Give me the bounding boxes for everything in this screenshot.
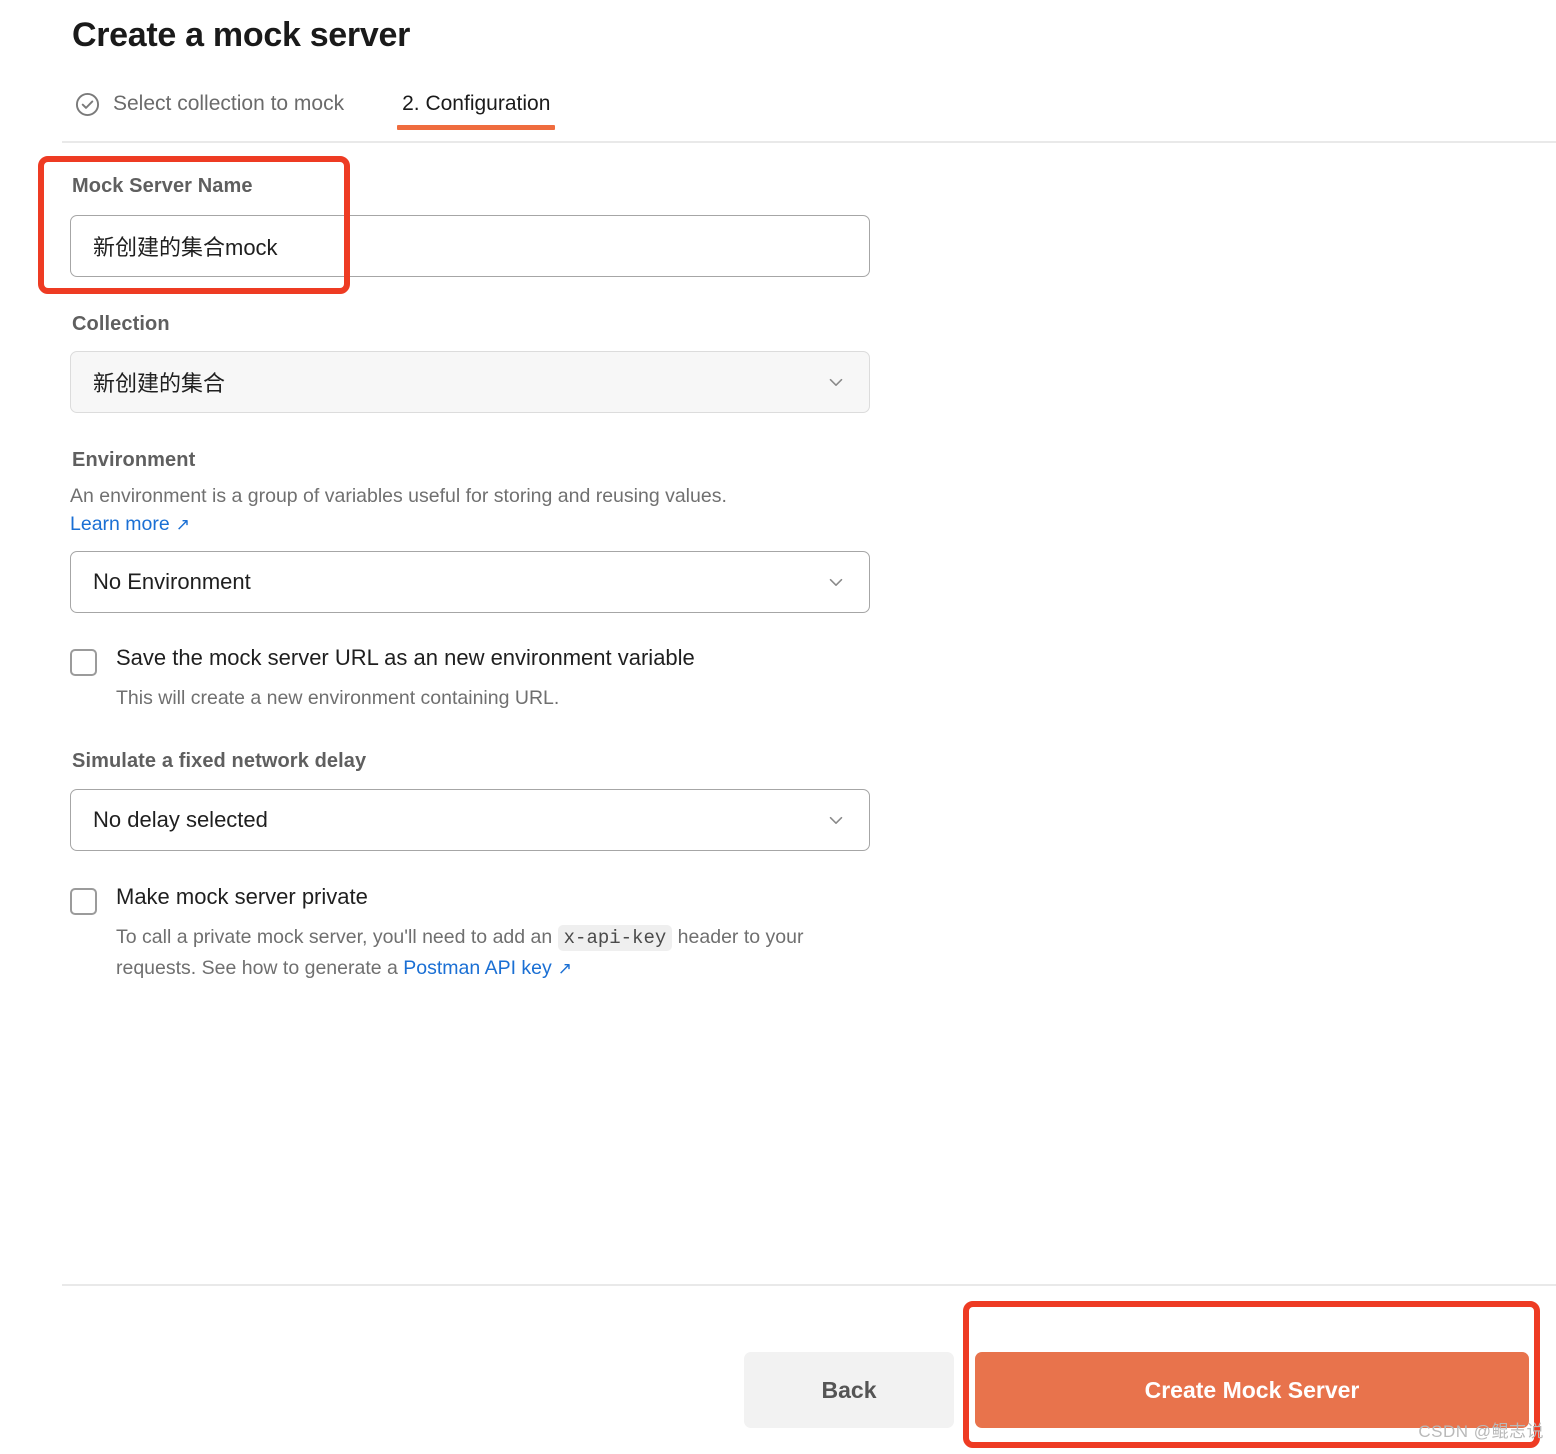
save-url-checkbox-row: Save the mock server URL as an new envir… <box>70 645 695 714</box>
learn-more-link[interactable]: Learn more ↗ <box>70 513 190 536</box>
environment-select[interactable]: No Environment <box>70 551 870 613</box>
chevron-down-icon <box>825 571 847 593</box>
x-api-key-code-chip: x-api-key <box>557 925 673 951</box>
private-server-checkbox[interactable] <box>70 888 97 915</box>
external-link-icon: ↗ <box>557 959 573 979</box>
private-server-checkbox-row: Make mock server private To call a priva… <box>70 884 876 985</box>
network-delay-value: No delay selected <box>93 807 268 832</box>
network-delay-label: Simulate a fixed network delay <box>72 750 367 772</box>
tab-select-collection-label: Select collection to mock <box>113 92 345 115</box>
collection-label: Collection <box>72 313 170 335</box>
header-divider <box>62 141 1556 143</box>
postman-api-key-label: Postman API key <box>403 957 552 980</box>
save-url-checkbox[interactable] <box>70 649 97 676</box>
collection-select[interactable]: 新创建的集合 <box>70 351 870 413</box>
environment-description: An environment is a group of variables u… <box>70 485 727 507</box>
mock-server-name-value: 新创建的集合mock <box>93 235 278 260</box>
private-server-checkbox-label: Make mock server private <box>116 884 368 909</box>
external-link-icon: ↗ <box>175 515 190 534</box>
collection-value: 新创建的集合 <box>93 371 226 396</box>
tab-configuration[interactable]: 2. Configuration <box>397 78 556 130</box>
mock-server-name-label: Mock Server Name <box>72 175 253 197</box>
page-title: Create a mock server <box>72 16 411 54</box>
mock-server-name-input[interactable]: 新创建的集合mock <box>70 215 870 277</box>
private-sub-prefix: To call a private mock server, you'll ne… <box>116 926 558 948</box>
postman-api-key-link[interactable]: Postman API key ↗ <box>403 957 572 979</box>
footer-divider <box>62 1284 1556 1286</box>
environment-label: Environment <box>72 449 196 471</box>
learn-more-label: Learn more <box>70 513 170 535</box>
private-server-checkbox-sublabel: To call a private mock server, you'll ne… <box>116 922 876 985</box>
back-button[interactable]: Back <box>744 1352 954 1428</box>
network-delay-select[interactable]: No delay selected <box>70 789 870 851</box>
chevron-down-icon <box>825 371 847 393</box>
tab-active-underline <box>397 125 556 130</box>
check-circle-icon <box>74 91 101 118</box>
tab-configuration-label: 2. Configuration <box>402 92 551 115</box>
tab-select-collection[interactable]: Select collection to mock <box>72 78 346 130</box>
save-url-checkbox-sublabel: This will create a new environment conta… <box>116 687 560 709</box>
chevron-down-icon <box>825 809 847 831</box>
environment-value: No Environment <box>93 569 251 594</box>
watermark: CSDN @鲲志说 <box>1418 1422 1544 1441</box>
wizard-tabs: Select collection to mock 2. Configurati… <box>72 78 556 143</box>
save-url-checkbox-label: Save the mock server URL as an new envir… <box>116 645 695 670</box>
